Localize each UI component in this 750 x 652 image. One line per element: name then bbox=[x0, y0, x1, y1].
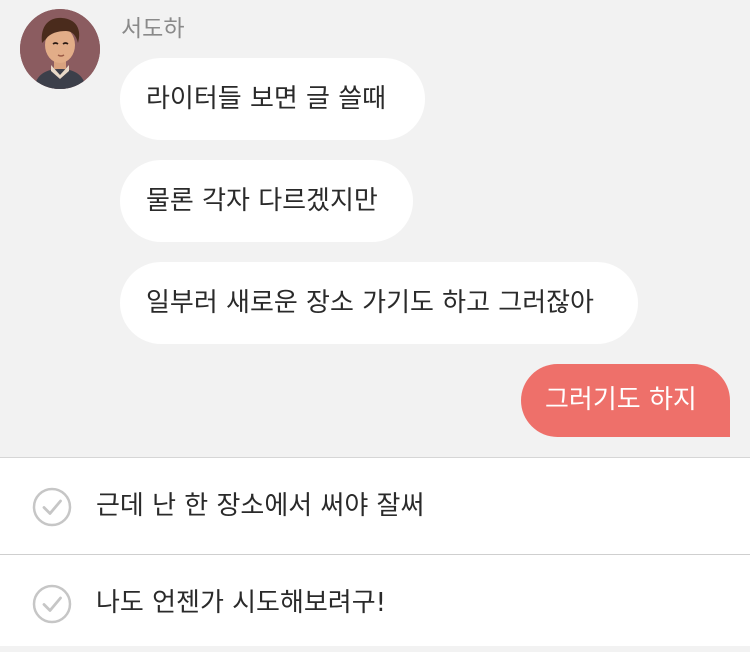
incoming-message-bubble: 일부러 새로운 장소 가기도 하고 그러잖아 bbox=[120, 262, 638, 344]
sender-name: 서도하 bbox=[121, 16, 185, 42]
outgoing-message-bubble: 그러기도 하지 bbox=[521, 364, 730, 437]
check-circle-icon bbox=[32, 487, 72, 527]
reply-option-label: 근데 난 한 장소에서 써야 잘써 bbox=[96, 491, 425, 521]
check-circle-icon bbox=[32, 584, 72, 624]
avatar[interactable] bbox=[20, 9, 100, 89]
chat-area: 서도하 라이터들 보면 글 쓸때 물론 각자 다르겠지만 일부러 새로운 장소 … bbox=[0, 0, 750, 457]
avatar-portrait-icon bbox=[20, 9, 100, 89]
reply-option-label: 나도 언젠가 시도해보려구! bbox=[96, 588, 387, 618]
reply-option[interactable]: 근데 난 한 장소에서 써야 잘써 bbox=[0, 458, 750, 555]
reply-options-panel: 근데 난 한 장소에서 써야 잘써 나도 언젠가 시도해보려구! bbox=[0, 457, 750, 646]
incoming-message-bubble: 라이터들 보면 글 쓸때 bbox=[120, 58, 425, 140]
incoming-message-bubble: 물론 각자 다르겠지만 bbox=[120, 160, 413, 242]
reply-option[interactable]: 나도 언젠가 시도해보려구! bbox=[0, 555, 750, 652]
